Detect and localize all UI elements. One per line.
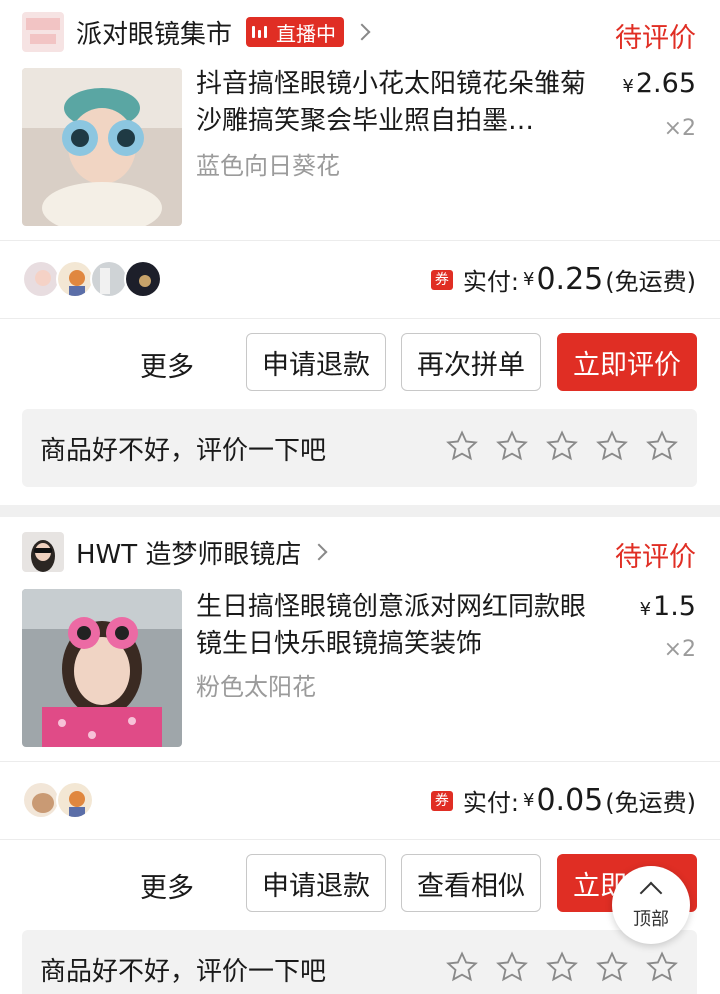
product-image[interactable] — [22, 589, 182, 747]
paid-currency: ¥ — [523, 269, 535, 290]
avatar — [56, 781, 94, 819]
product-variant: 粉色太阳花 — [196, 673, 316, 701]
shop-header[interactable]: HWT 造梦师眼镜店 — [22, 532, 328, 572]
coupon-badge: 券 — [430, 269, 453, 290]
star-icon[interactable] — [445, 429, 479, 463]
coupon-badge: 券 — [430, 790, 453, 811]
divider — [0, 761, 720, 762]
back-to-top-label: 顶部 — [633, 909, 669, 930]
star-icon[interactable] — [645, 950, 679, 984]
chevron-right-icon — [353, 23, 371, 41]
chevron-up-icon — [639, 881, 663, 905]
paid-label: 实付: — [462, 789, 520, 817]
star-icon[interactable] — [595, 950, 629, 984]
paid-currency: ¥ — [523, 790, 535, 811]
paid-amount: 0.05 — [536, 783, 604, 818]
refund-button[interactable]: 申请退款 — [246, 333, 386, 391]
order-status: 待评价 — [615, 542, 696, 573]
star-rating[interactable] — [429, 429, 679, 463]
star-icon[interactable] — [495, 429, 529, 463]
star-icon[interactable] — [445, 950, 479, 984]
section-gap — [0, 505, 720, 517]
divider — [0, 839, 720, 840]
product-title[interactable]: 抖音搞怪眼镜小花太阳镜花朵雏菊沙雕搞笑聚会毕业照自拍墨… — [196, 66, 606, 140]
shop-avatar — [22, 532, 64, 572]
group-avatars[interactable] — [22, 260, 162, 298]
product-title[interactable]: 生日搞怪眼镜创意派对网红同款眼镜生日快乐眼镜搞笑装饰 — [196, 589, 606, 663]
product-quantity: ×2 — [663, 116, 696, 141]
group-avatars[interactable] — [22, 781, 94, 819]
shop-name: 派对眼镜集市 — [76, 19, 233, 50]
more-button[interactable]: 更多 — [140, 345, 194, 384]
order-card-2: HWT 造梦师眼镜店 待评价 生日搞怪眼镜创意派对网红同款眼镜生日快乐眼镜搞笑装… — [0, 517, 720, 994]
star-icon[interactable] — [495, 950, 529, 984]
quick-review-bar[interactable]: 商品好不好，评价一下吧 — [22, 409, 697, 487]
live-badge[interactable]: 直播中 — [246, 17, 345, 47]
product-price: ¥1.5 — [639, 591, 696, 622]
shipping-note: (免运费) — [605, 268, 696, 296]
quick-review-bar[interactable]: 商品好不好，评价一下吧 — [22, 930, 697, 994]
review-now-button[interactable]: 立即评价 — [557, 333, 697, 391]
order-actions: 更多 申请退款 再次拼单 立即评价 — [0, 333, 720, 393]
order-card-1: 派对眼镜集市 直播中 待评价 抖音搞怪眼镜小花太阳镜花朵雏菊沙雕搞笑聚会毕业照自… — [0, 0, 720, 505]
product-variant: 蓝色向日葵花 — [196, 152, 340, 180]
order-status: 待评价 — [615, 23, 696, 54]
avatar — [22, 781, 60, 819]
paid-summary: 券 实付: ¥ 0.25 (免运费) — [430, 262, 696, 297]
review-prompt: 商品好不好，评价一下吧 — [40, 957, 327, 987]
avatar — [124, 260, 162, 298]
live-icon — [252, 24, 272, 40]
star-icon[interactable] — [545, 950, 579, 984]
shop-avatar — [22, 12, 64, 52]
paid-amount: 0.25 — [536, 262, 604, 297]
review-prompt: 商品好不好，评价一下吧 — [40, 436, 327, 466]
paid-summary: 券 实付: ¥ 0.05 (免运费) — [430, 783, 696, 818]
divider — [0, 318, 720, 319]
chevron-right-icon — [310, 543, 328, 561]
product-price: ¥2.65 — [622, 68, 696, 99]
avatar — [56, 260, 94, 298]
divider — [0, 240, 720, 241]
live-badge-label: 直播中 — [276, 21, 337, 46]
star-rating[interactable] — [429, 950, 679, 984]
product-image[interactable] — [22, 68, 182, 226]
star-icon[interactable] — [595, 429, 629, 463]
avatar — [90, 260, 128, 298]
view-similar-button[interactable]: 查看相似 — [401, 854, 541, 912]
star-icon[interactable] — [545, 429, 579, 463]
reorder-button[interactable]: 再次拼单 — [401, 333, 541, 391]
back-to-top-button[interactable]: 顶部 — [612, 866, 690, 944]
shop-header[interactable]: 派对眼镜集市 直播中 — [22, 12, 371, 52]
paid-label: 实付: — [462, 268, 520, 296]
avatar — [22, 260, 60, 298]
more-button[interactable]: 更多 — [140, 866, 194, 905]
shop-name: HWT 造梦师眼镜店 — [76, 539, 302, 570]
shipping-note: (免运费) — [605, 789, 696, 817]
refund-button[interactable]: 申请退款 — [246, 854, 386, 912]
product-quantity: ×2 — [663, 637, 696, 662]
star-icon[interactable] — [645, 429, 679, 463]
